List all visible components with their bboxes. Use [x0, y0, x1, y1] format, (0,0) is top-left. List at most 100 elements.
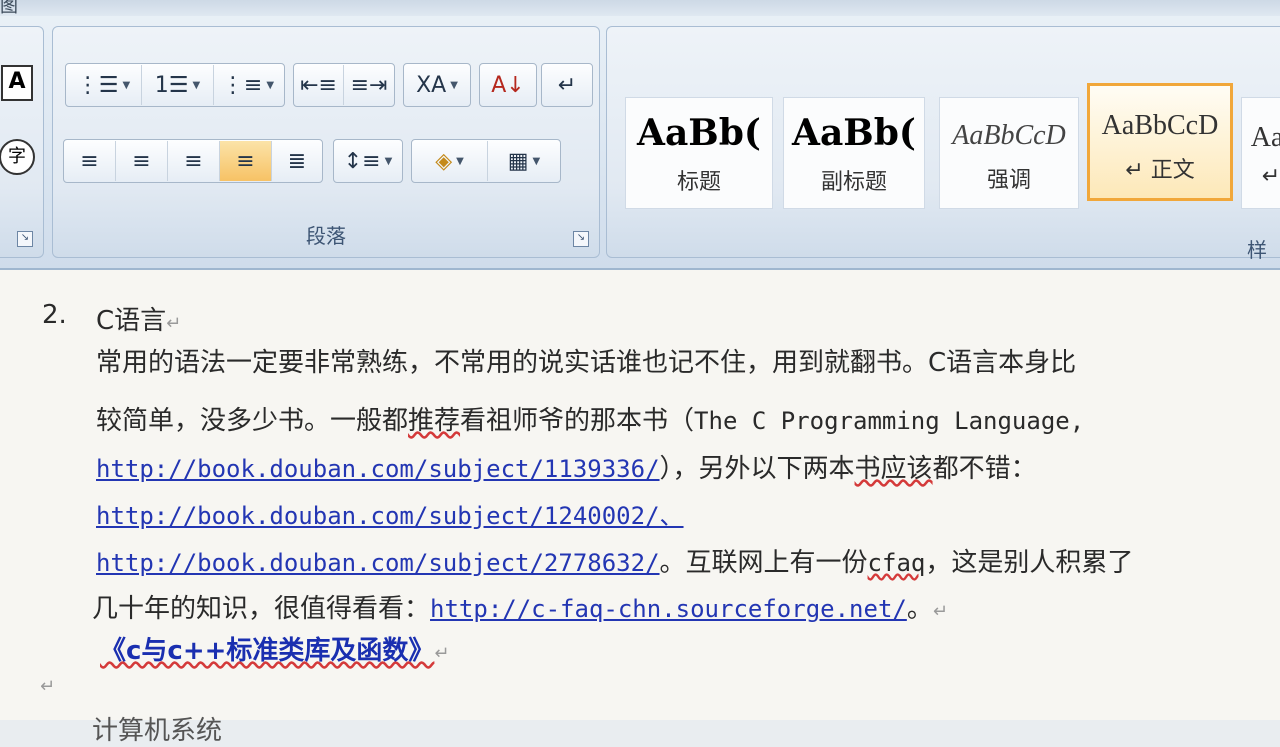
alignment-buttons: ≡ ≡ ≡ ≡ ≣	[63, 139, 323, 183]
borders-button[interactable]: ▦ ▼	[488, 141, 560, 181]
line-spacing-icon: ↕≡	[343, 148, 381, 174]
bullets-icon: ⋮☰	[76, 72, 119, 98]
next-item-partial: 计算机系统	[92, 716, 223, 746]
justify-icon: ≡	[236, 148, 255, 174]
distributed-button[interactable]: ≣	[272, 141, 322, 181]
align-center-button[interactable]: ≡	[116, 141, 168, 181]
link-c-faq-chn[interactable]: http://c-faq-chn.sourceforge.net/	[430, 595, 907, 623]
style-emphasis[interactable]: AaBbCcD 强调	[939, 97, 1079, 209]
show-marks-button[interactable]: ↵	[542, 65, 592, 105]
book-title-line: 《c与c++标准类库及函数》↵	[100, 630, 450, 667]
body-line-3: http://book.douban.com/subject/1139336/）…	[96, 448, 1037, 485]
style-sample: AaBbCcD	[1101, 110, 1219, 141]
style-sample: AaBbCcD	[952, 120, 1066, 151]
body-line-6: 几十年的知识，很值得看看：http://c-faq-chn.sourceforg…	[92, 588, 948, 625]
link-douban-1240002[interactable]: http://book.douban.com/subject/1240002/、	[96, 502, 684, 530]
line-spacing-group: ↕≡ ▼	[333, 139, 403, 183]
numbering-icon: 1☰	[154, 72, 189, 98]
empty-paragraph-mark: ↵	[40, 676, 56, 697]
sort-group: A↓	[479, 63, 537, 107]
style-name: ↵ 正文	[1125, 158, 1195, 183]
justify-button[interactable]: ≡	[220, 141, 272, 181]
list-number: 2.	[42, 300, 67, 330]
numbering-button[interactable]: 1☰ ▼	[142, 65, 214, 105]
distributed-icon: ≣	[287, 148, 307, 174]
style-name: 强调	[986, 168, 1031, 193]
chinese-layout-icon: ⅩA	[416, 72, 447, 98]
ribbon: 图 A 字 ↘ ⋮☰ ▼ 1☰ ▼ ⋮≡ ▼ ⇤≡ ≡⇥ ⅩA ▼ A↓ ↵ ≡ ≡	[0, 0, 1280, 270]
style-name: 副标题	[820, 170, 887, 195]
borders-icon: ▦	[507, 148, 529, 174]
line3-tail: 都不错：	[932, 454, 1037, 484]
increase-indent-button[interactable]: ≡⇥	[344, 65, 394, 105]
chinese-layout-button[interactable]: ⅩA ▼	[404, 65, 470, 105]
document-area[interactable]: 2. C语言↵ 常用的语法一定要非常熟练，不常用的说实话谁也记不住，用到就翻书。…	[0, 270, 1280, 746]
line3-text: ），另外以下两本	[659, 454, 855, 484]
shading-border-group: ◈ ▼ ▦ ▼	[411, 139, 561, 183]
body-line-4: http://book.douban.com/subject/1240002/、	[96, 496, 684, 531]
increase-indent-icon: ≡⇥	[350, 72, 388, 98]
paragraph-mark: ↵	[434, 643, 450, 664]
heading: C语言↵	[96, 300, 181, 337]
line2-wavy-text: 推荐	[408, 406, 461, 436]
align-center-icon: ≡	[132, 148, 151, 174]
enclose-char-button[interactable]: 字	[0, 139, 35, 175]
line5-text: 。互联网上有一份	[659, 548, 868, 578]
style-title[interactable]: AaBb( 标题	[625, 97, 773, 209]
paragraph-dialog-launcher[interactable]: ↘	[573, 231, 589, 247]
heading-text: C语言	[96, 306, 167, 336]
paragraph-mark: ↵	[166, 313, 182, 334]
style-sample: AaBb(	[637, 112, 761, 154]
body-line-1: 常用的语法一定要非常熟练，不常用的说实话谁也记不住，用到就翻书。C语言本身比	[96, 348, 1077, 378]
paragraph-mark-icon: ↵	[557, 72, 577, 98]
line6-text: 几十年的知识，很值得看看：	[92, 594, 431, 624]
font-group-partial: A 字 ↘	[0, 26, 44, 258]
font-dialog-launcher[interactable]: ↘	[17, 231, 33, 247]
style-subtitle[interactable]: AaBb( 副标题	[783, 97, 925, 209]
paint-bucket-icon: ◈	[435, 148, 453, 174]
link-douban-1139336[interactable]: http://book.douban.com/subject/1139336/	[96, 455, 660, 483]
title-strip: 图	[0, 0, 1280, 17]
decrease-indent-button[interactable]: ⇤≡	[294, 65, 344, 105]
book-title[interactable]: 《c与c++标准类库及函数》	[100, 636, 434, 666]
sort-button[interactable]: A↓	[480, 65, 536, 105]
cfaq-text: cfaq	[867, 549, 926, 577]
style-name: 标题	[676, 170, 721, 195]
style-normal[interactable]: AaBbCcD ↵ 正文	[1087, 83, 1233, 201]
window-title: 图	[0, 0, 18, 17]
align-right-icon: ≡	[184, 148, 203, 174]
list-buttons: ⋮☰ ▼ 1☰ ▼ ⋮≡ ▼	[65, 63, 285, 107]
char-border-button[interactable]: A	[1, 65, 33, 101]
line2-text-a: 较简单，没多少书。一般都	[96, 406, 409, 436]
multilevel-list-icon: ⋮≡	[221, 72, 263, 98]
sort-icon: A↓	[491, 72, 525, 98]
align-left-button[interactable]: ≡	[64, 141, 116, 181]
line6-tail: 。	[906, 594, 933, 624]
chinese-layout-group: ⅩA ▼	[403, 63, 471, 107]
show-marks-group: ↵	[541, 63, 593, 107]
style-sample: Aal	[1250, 122, 1280, 153]
line-spacing-button[interactable]: ↕≡ ▼	[334, 141, 402, 181]
paragraph-group-label: 段落	[306, 224, 346, 248]
decrease-indent-icon: ⇤≡	[300, 72, 337, 98]
indent-buttons: ⇤≡ ≡⇥	[293, 63, 395, 107]
multilevel-list-button[interactable]: ⋮≡ ▼	[214, 65, 282, 105]
line2-text-b: 看祖师爷的那本书（	[460, 406, 695, 436]
styles-group-label: 样	[1247, 238, 1267, 262]
body-line-2: 较简单，没多少书。一般都推荐看祖师爷的那本书（The C Programming…	[96, 400, 1084, 437]
style-name: ↵	[1261, 164, 1280, 189]
align-right-button[interactable]: ≡	[168, 141, 220, 181]
style-next[interactable]: Aal ↵	[1241, 97, 1280, 209]
align-left-icon: ≡	[80, 148, 99, 174]
styles-group: AaBb( 标题 AaBb( 副标题 AaBbCcD 强调 AaBbCcD ↵ …	[606, 26, 1280, 262]
line3-wavy-text: 书应该	[854, 454, 933, 484]
line5-tail: ，这是别人积累了	[925, 548, 1134, 578]
shading-button[interactable]: ◈ ▼	[412, 141, 488, 181]
link-douban-2778632[interactable]: http://book.douban.com/subject/2778632/	[96, 549, 660, 577]
style-sample: AaBb(	[792, 112, 916, 154]
bullets-button[interactable]: ⋮☰ ▼	[66, 65, 142, 105]
paragraph-mark: ↵	[932, 601, 948, 622]
paragraph-group: ⋮☰ ▼ 1☰ ▼ ⋮≡ ▼ ⇤≡ ≡⇥ ⅩA ▼ A↓ ↵ ≡ ≡ ≡ ≡ ≣ ↕≡ ▼	[52, 26, 600, 258]
book-title-english: The C Programming Language,	[694, 407, 1085, 435]
body-line-5: http://book.douban.com/subject/2778632/。…	[96, 542, 1133, 579]
